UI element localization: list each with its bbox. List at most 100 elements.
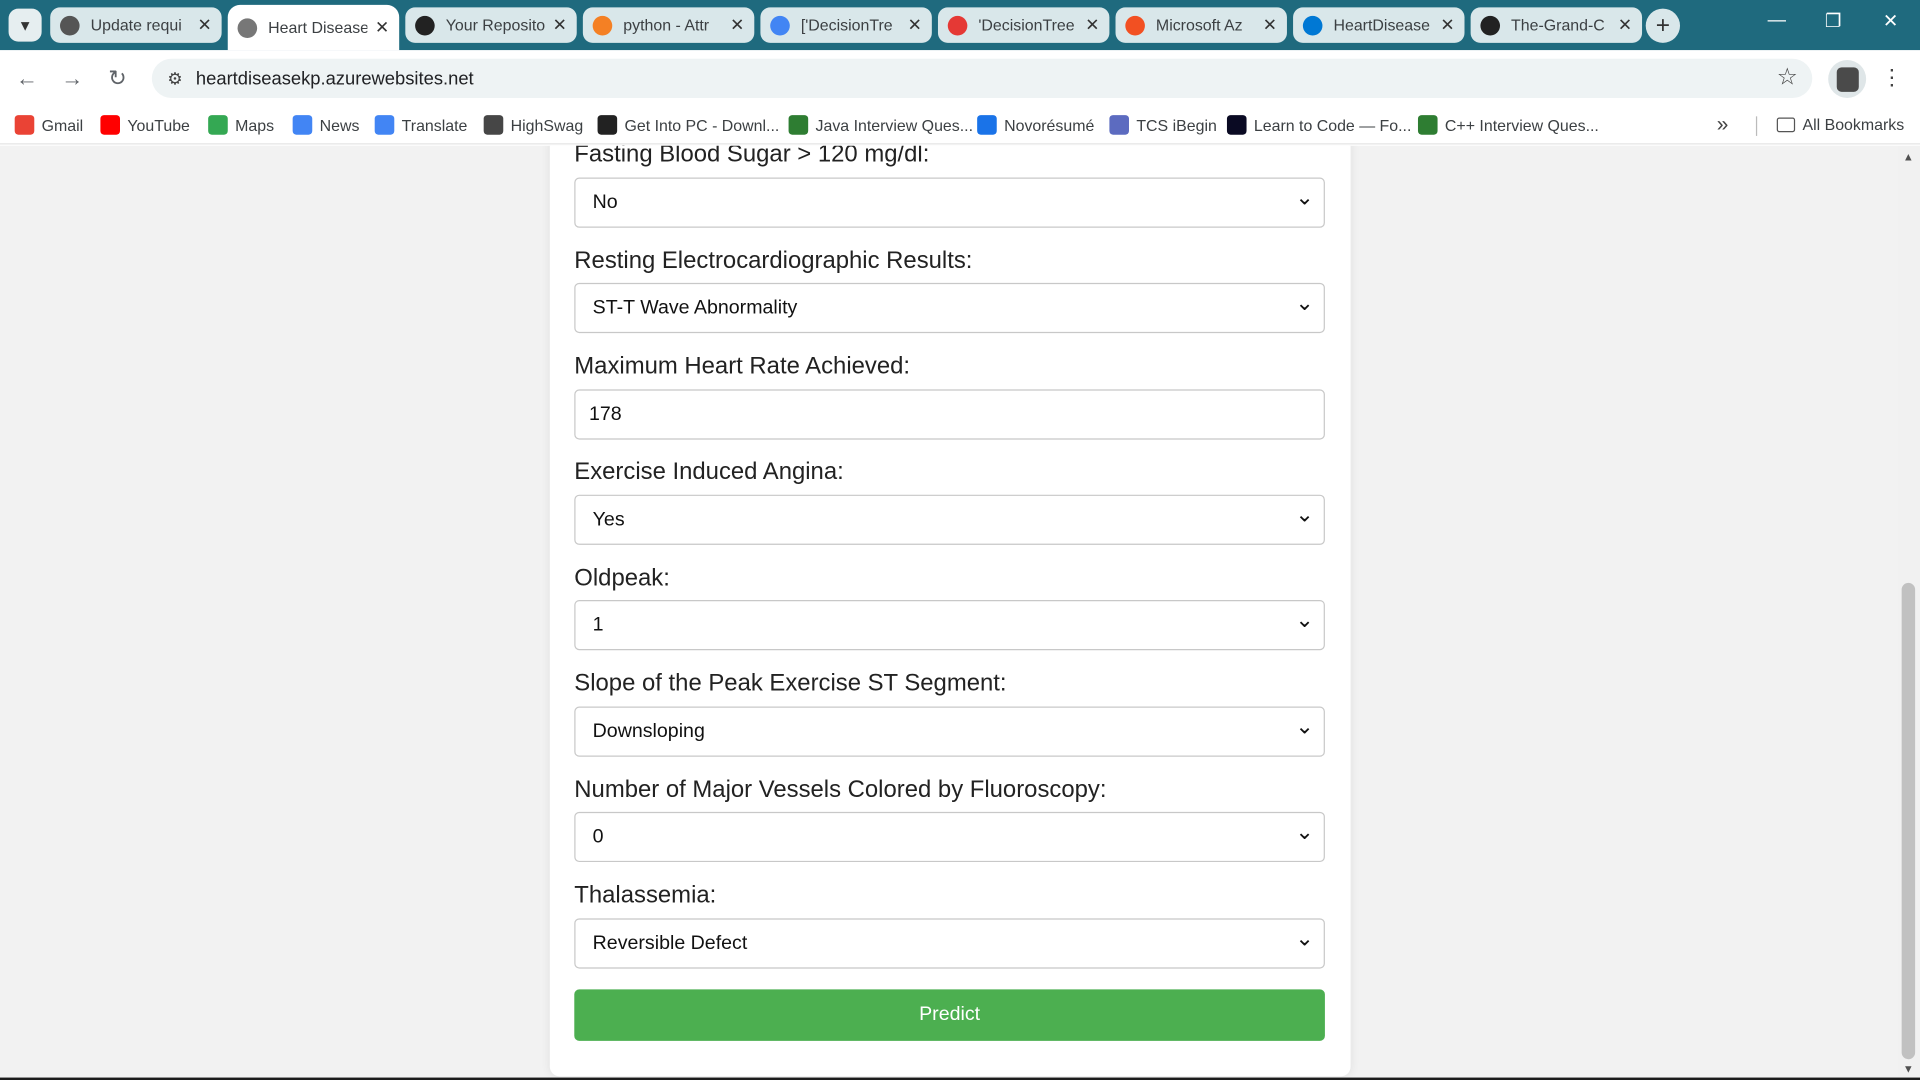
field-label: Number of Major Vessels Colored by Fluor… <box>574 776 1107 804</box>
bookmark-item[interactable]: YouTube <box>100 115 190 135</box>
globe-icon <box>237 17 258 38</box>
page-scrollbar[interactable]: ▲ ▼ <box>1897 145 1920 1078</box>
close-window-icon[interactable]: ✕ <box>1876 10 1905 32</box>
bookmark-label: Novorésumé <box>1004 115 1095 135</box>
field-label: Oldpeak: <box>574 564 670 592</box>
tab-8[interactable]: HeartDisease ✕ <box>1293 7 1465 43</box>
select-dropdown[interactable]: 0 ⌄ <box>574 811 1325 863</box>
close-tab-icon[interactable]: ✕ <box>553 15 567 36</box>
address-bar[interactable]: ⚙ heartdiseasekp.azurewebsites.net ☆ <box>151 58 1813 98</box>
bookmark-label: Translate <box>401 115 468 135</box>
close-tab-icon[interactable]: ✕ <box>1263 15 1277 36</box>
field-value: 1 <box>592 614 604 636</box>
tab-9[interactable]: The-Grand-C ✕ <box>1470 7 1643 43</box>
bookmark-label: YouTube <box>127 115 190 135</box>
close-tab-icon[interactable]: ✕ <box>197 15 211 36</box>
tab-3[interactable]: Your Reposito ✕ <box>405 7 577 43</box>
tab-title: ['DecisionTre <box>800 15 893 35</box>
profile-avatar[interactable] <box>1828 60 1867 98</box>
scroll-up-icon[interactable]: ▲ <box>1903 151 1914 163</box>
tab-2[interactable]: Heart Disease ✕ <box>227 4 400 51</box>
select-dropdown[interactable]: ST-T Wave Abnormality ⌄ <box>574 282 1325 334</box>
select-dropdown[interactable]: Reversible Defect ⌄ <box>574 918 1325 969</box>
freecodecamp-icon <box>1226 115 1247 135</box>
bookmarks-divider <box>1755 116 1758 136</box>
bookmark-label: News <box>319 115 360 135</box>
getintopc-icon <box>597 115 618 135</box>
tab-4[interactable]: python - Attr ✕ <box>582 7 755 43</box>
all-bookmarks[interactable]: All Bookmarks <box>1776 115 1905 134</box>
reload-icon[interactable]: ↻ <box>103 64 132 93</box>
tab-title: Update requi <box>90 15 182 35</box>
bookmark-star-icon[interactable]: ☆ <box>1777 64 1798 92</box>
bookmark-item[interactable]: Translate <box>374 115 468 135</box>
tab-strip: ▼ Update requi ✕ Heart Disease ✕ Your Reposi… <box>0 0 1920 51</box>
tab-title: python - Attr <box>623 15 710 35</box>
site-info-icon[interactable]: ⚙ <box>163 66 187 90</box>
field-value: No <box>592 192 618 214</box>
stackoverflow-icon <box>592 15 613 35</box>
github-icon <box>1480 15 1501 35</box>
restore-icon[interactable]: ❐ <box>1818 10 1847 32</box>
tab-title: Your Reposito <box>445 15 546 35</box>
bookmark-item[interactable]: C++ Interview Ques... <box>1417 115 1599 135</box>
field-label: Fasting Blood Sugar > 120 mg/dl: <box>574 145 930 168</box>
close-tab-icon[interactable]: ✕ <box>730 15 744 36</box>
gmail-icon <box>14 115 35 135</box>
github-icon <box>60 15 80 35</box>
bookmark-item[interactable]: Learn to Code — Fo... <box>1226 115 1412 135</box>
interview-icon <box>1417 115 1438 135</box>
field-label: Exercise Induced Angina: <box>574 457 844 485</box>
field-value: 0 <box>592 826 604 848</box>
prediction-form: Fasting Blood Sugar > 120 mg/dl: No ⌄ Resti… <box>549 145 1351 1077</box>
field-label: Slope of the Peak Exercise ST Segment: <box>574 669 1007 697</box>
tab-6[interactable]: 'DecisionTree ✕ <box>937 7 1110 43</box>
tab-7[interactable]: Microsoft Az ✕ <box>1115 7 1287 43</box>
close-tab-icon[interactable]: ✕ <box>1085 15 1099 36</box>
bookmark-item[interactable]: News <box>292 115 360 135</box>
close-tab-icon[interactable]: ✕ <box>908 15 922 36</box>
new-tab-button[interactable]: + <box>1645 8 1681 43</box>
menu-icon[interactable]: ⋮ <box>1881 65 1903 91</box>
back-icon[interactable]: ← <box>12 64 41 93</box>
bookmark-item[interactable]: Java Interview Ques... <box>788 115 973 135</box>
tab-1[interactable]: Update requi ✕ <box>50 7 222 43</box>
all-bookmarks-label: All Bookmarks <box>1802 115 1905 134</box>
scroll-down-icon[interactable]: ▼ <box>1903 1063 1914 1075</box>
forward-icon[interactable]: → <box>58 64 87 93</box>
close-tab-icon[interactable]: ✕ <box>375 17 389 38</box>
field-value: ST-T Wave Abnormality <box>592 297 798 319</box>
bookmark-label: Learn to Code — Fo... <box>1253 115 1412 135</box>
bookmark-item[interactable]: HighSwag <box>483 115 583 135</box>
more-bookmarks-icon[interactable]: » <box>1717 113 1729 137</box>
tab-title: Microsoft Az <box>1155 15 1243 35</box>
novoresume-icon <box>977 115 997 135</box>
close-tab-icon[interactable]: ✕ <box>1440 15 1454 36</box>
bookmark-item[interactable]: Gmail <box>14 115 83 135</box>
scrollbar-thumb[interactable] <box>1901 582 1916 1060</box>
field-value: Yes <box>592 509 625 531</box>
github-icon <box>415 15 435 35</box>
browser-window: ▼ Update requi ✕ Heart Disease ✕ Your Reposi… <box>0 0 1920 1080</box>
field-value: 178 <box>588 404 622 425</box>
bookmark-item[interactable]: TCS iBegin <box>1109 115 1217 135</box>
select-dropdown[interactable]: Downsloping ⌄ <box>574 706 1325 757</box>
number-input[interactable]: 178 <box>574 389 1325 440</box>
select-dropdown[interactable]: No ⌄ <box>574 177 1325 228</box>
close-tab-icon[interactable]: ✕ <box>1618 15 1632 36</box>
bookmark-item[interactable]: Get Into PC - Downl... <box>597 115 779 135</box>
select-dropdown[interactable]: Yes ⌄ <box>574 494 1325 545</box>
page-viewport: Fasting Blood Sugar > 120 mg/dl: No ⌄ Resti… <box>0 145 1898 1078</box>
tab-5[interactable]: ['DecisionTre ✕ <box>760 7 932 43</box>
address-text[interactable]: heartdiseasekp.azurewebsites.net <box>196 69 474 90</box>
tab-title: The-Grand-C <box>1511 15 1605 35</box>
bookmark-item[interactable]: Maps <box>208 115 274 135</box>
bookmark-label: TCS iBegin <box>1136 115 1217 135</box>
bookmark-item[interactable]: Novorésumé <box>977 115 1094 135</box>
youtube-icon <box>100 115 121 135</box>
tab-search-button[interactable]: ▼ <box>8 8 42 42</box>
chevron-down-icon: ⌄ <box>1295 607 1314 632</box>
select-dropdown[interactable]: 1 ⌄ <box>574 600 1325 651</box>
minimize-icon[interactable]: — <box>1762 10 1791 31</box>
predict-button[interactable]: Predict <box>574 989 1325 1041</box>
